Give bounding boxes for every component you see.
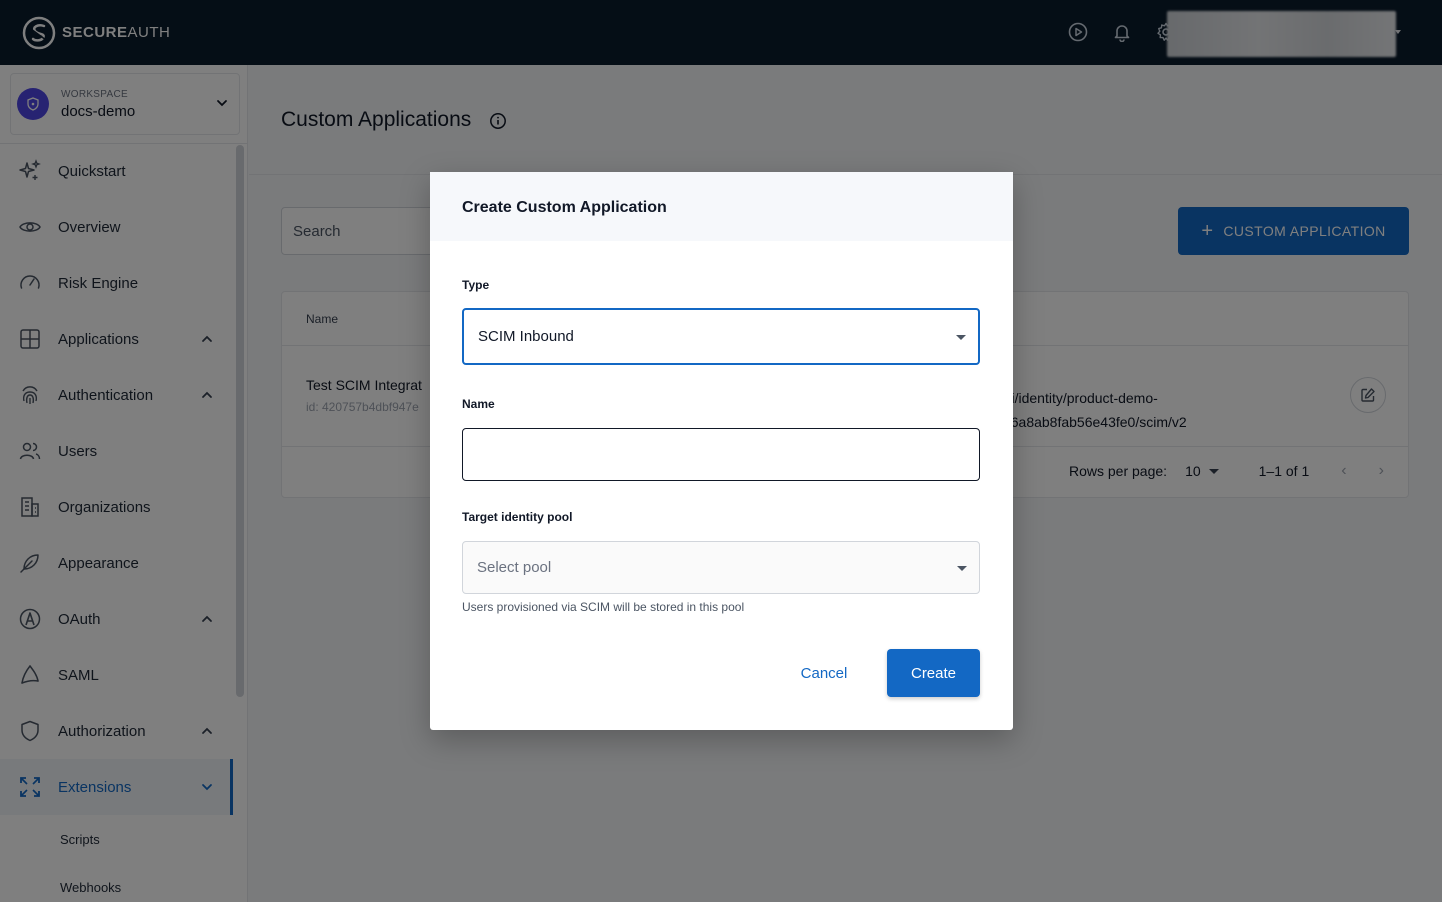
caret-down-icon [956, 334, 966, 340]
target-identity-pool-select[interactable]: Select pool [462, 541, 980, 594]
dialog-title: Create Custom Application [430, 172, 1013, 241]
type-label: Type [462, 278, 490, 292]
cancel-button[interactable]: Cancel [790, 649, 858, 697]
name-label: Name [462, 397, 495, 411]
pool-select-placeholder: Select pool [477, 559, 552, 576]
target-identity-pool-label: Target identity pool [462, 510, 573, 524]
create-button[interactable]: Create [887, 649, 980, 697]
name-input[interactable] [462, 428, 980, 481]
create-custom-application-dialog: Create Custom Application Type SCIM Inbo… [430, 172, 1013, 730]
pool-helper-text: Users provisioned via SCIM will be store… [462, 600, 745, 614]
type-select[interactable]: SCIM Inbound [462, 308, 980, 365]
caret-down-icon [957, 565, 967, 571]
type-select-value: SCIM Inbound [478, 328, 574, 345]
